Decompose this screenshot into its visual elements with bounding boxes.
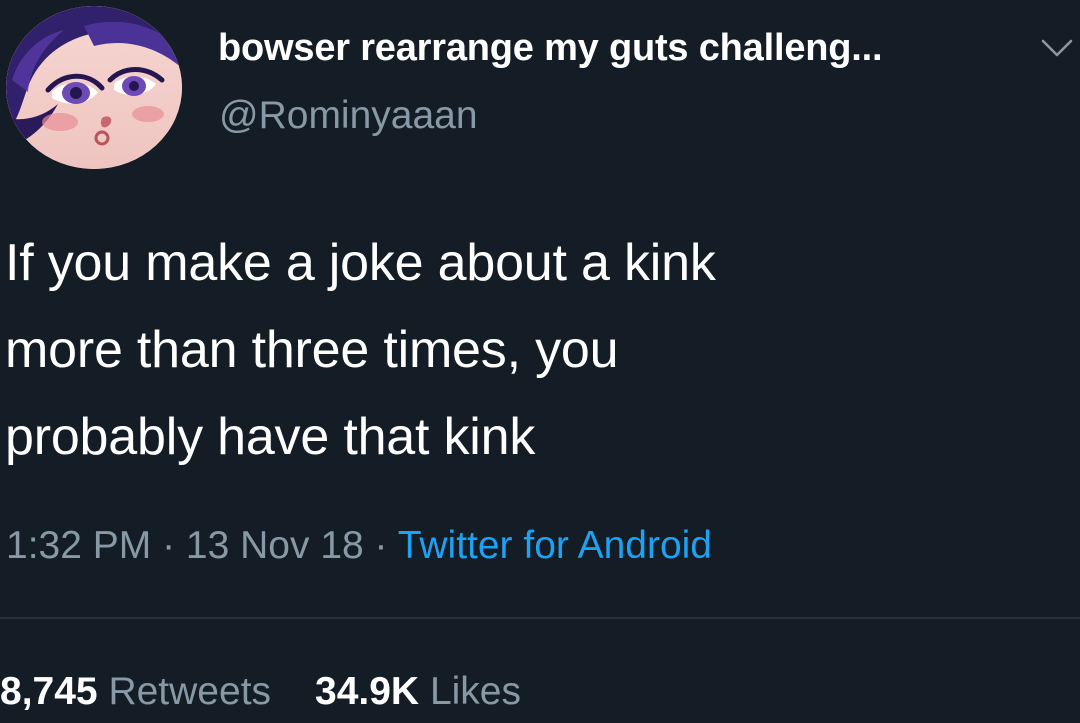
- display-name[interactable]: bowser rearrange my guts challeng...: [218, 26, 1008, 70]
- avatar-illustration: [6, 6, 182, 169]
- tweet-meta: 1:32 PM · 13 Nov 18 · Twitter for Androi…: [6, 522, 1066, 570]
- meta-separator: ·: [151, 524, 186, 567]
- likes-count: 34.9K: [315, 670, 420, 713]
- tweet-stats: 8,745 Retweets 34.9K Likes: [0, 668, 521, 716]
- likes-stat[interactable]: 34.9K Likes: [315, 670, 521, 713]
- meta-separator: ·: [363, 524, 398, 567]
- retweets-stat[interactable]: 8,745 Retweets: [0, 670, 271, 713]
- tweet-text: If you make a joke about a kink more tha…: [5, 234, 716, 466]
- likes-label: Likes: [429, 670, 521, 713]
- divider: [0, 617, 1080, 619]
- retweets-label: Retweets: [108, 670, 272, 713]
- avatar[interactable]: [6, 6, 182, 169]
- user-handle[interactable]: @Rominyaaan: [219, 94, 478, 138]
- tweet-date[interactable]: 13 Nov 18: [186, 524, 364, 567]
- chevron-down-icon[interactable]: [1040, 36, 1074, 60]
- tweet-time[interactable]: 1:32 PM: [6, 524, 151, 567]
- tweet-card: bowser rearrange my guts challeng... @Ro…: [0, 0, 1080, 723]
- retweets-count: 8,745: [0, 670, 98, 713]
- tweet-source-link[interactable]: Twitter for Android: [398, 524, 712, 567]
